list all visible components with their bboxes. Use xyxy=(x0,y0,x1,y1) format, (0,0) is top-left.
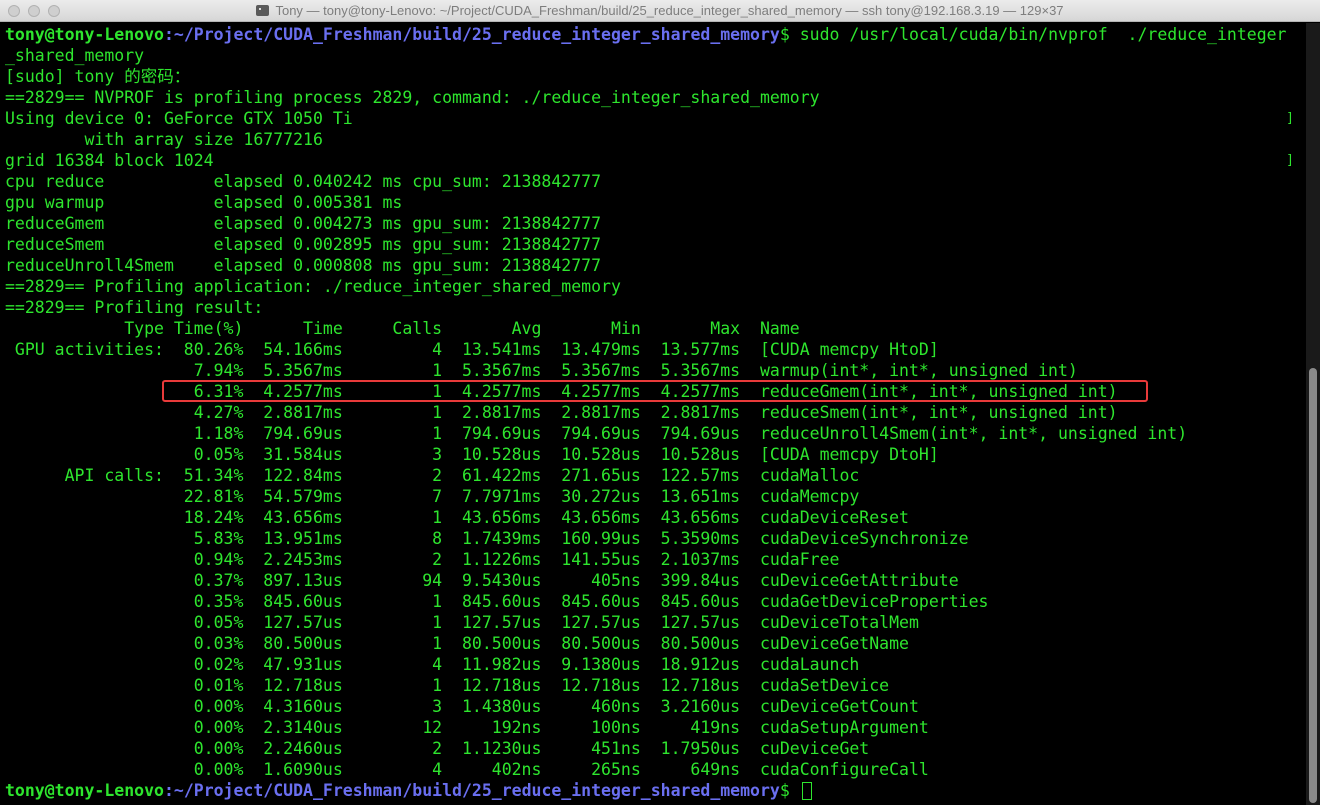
terminal-output[interactable]: tony@tony-Lenovo:~/Project/CUDA_Freshman… xyxy=(0,23,1306,805)
table-row: 1.18% 794.69us 1 794.69us 794.69us 794.6… xyxy=(5,424,1188,443)
table-row: 4.27% 2.8817ms 1 2.8817ms 2.8817ms 2.881… xyxy=(5,403,1118,422)
prompt-symbol: $ xyxy=(779,25,800,44)
table-row: GPU activities: 80.26% 54.166ms 4 13.541… xyxy=(5,340,939,359)
command-wrap-line: _shared_memory xyxy=(5,45,1306,66)
table-row: 0.00% 2.3140us 12 192ns 100ns 419ns cuda… xyxy=(5,718,929,737)
title-bar[interactable]: Tony — tony@tony-Lenovo: ~/Project/CUDA_… xyxy=(0,0,1320,22)
output-line: Using device 0: GeForce GTX 1050 Ti] xyxy=(5,109,1294,128)
output-line: gpu warmup elapsed 0.005381 ms xyxy=(5,193,403,212)
table-row: 0.00% 1.6090us 4 402ns 265ns 649ns cudaC… xyxy=(5,760,929,779)
output-line: ==2829== Profiling result: xyxy=(5,298,264,317)
table-row: 0.00% 2.2460us 2 1.1230us 451ns 1.7950us… xyxy=(5,739,870,758)
line-bracket-marker: ] xyxy=(1286,153,1294,168)
scrollbar-thumb[interactable] xyxy=(1309,368,1317,803)
text-cursor[interactable] xyxy=(801,782,812,800)
table-row: 18.24% 43.656ms 1 43.656ms 43.656ms 43.6… xyxy=(5,508,909,527)
table-row: 7.94% 5.3567ms 1 5.3567ms 5.3567ms 5.356… xyxy=(5,361,1078,380)
output-line: [sudo] tony 的密码： xyxy=(5,67,191,86)
prompt-user: tony@tony-Lenovo xyxy=(5,25,164,44)
table-row: 22.81% 54.579ms 7 7.7971ms 30.272us 13.6… xyxy=(5,487,860,506)
terminal-window: Tony — tony@tony-Lenovo: ~/Project/CUDA_… xyxy=(0,0,1320,805)
final-prompt-path: :~/Project/CUDA_Freshman/build/25_reduce… xyxy=(163,781,780,800)
reduceGmem-highlight-box xyxy=(162,380,1148,402)
output-line: with array size 16777216 xyxy=(5,130,323,149)
output-line: reduceSmem elapsed 0.002895 ms gpu_sum: … xyxy=(5,235,602,254)
table-row: 0.35% 845.60us 1 845.60us 845.60us 845.6… xyxy=(5,592,989,611)
output-line: reduceGmem elapsed 0.004273 ms gpu_sum: … xyxy=(5,214,602,233)
output-line: ==2829== NVPROF is profiling process 282… xyxy=(5,88,820,107)
final-prompt-user: tony@tony-Lenovo xyxy=(5,781,164,800)
vertical-scrollbar[interactable] xyxy=(1306,23,1320,805)
command-text: sudo /usr/local/cuda/bin/nvprof ./reduce… xyxy=(799,25,1287,44)
command-line: tony@tony-Lenovo:~/Project/CUDA_Freshman… xyxy=(5,24,1306,45)
final-prompt-line: tony@tony-Lenovo:~/Project/CUDA_Freshman… xyxy=(5,780,1306,801)
output-line: cpu reduce elapsed 0.040242 ms cpu_sum: … xyxy=(5,172,602,191)
table-row: API calls: 51.34% 122.84ms 2 61.422ms 27… xyxy=(5,466,860,485)
window-title-text: Tony — tony@tony-Lenovo: ~/Project/CUDA_… xyxy=(275,3,1064,18)
window-title: Tony — tony@tony-Lenovo: ~/Project/CUDA_… xyxy=(0,0,1320,22)
table-row: 0.02% 47.931us 4 11.982us 9.1380us 18.91… xyxy=(5,655,860,674)
table-header-row: Type Time(%) Time Calls Avg Min Max Name xyxy=(5,319,800,338)
prompt-path: :~/Project/CUDA_Freshman/build/25_reduce… xyxy=(163,25,780,44)
final-prompt-symbol: $ xyxy=(779,781,800,800)
command-wrap-text: _shared_memory xyxy=(5,46,145,65)
line-bracket-marker: ] xyxy=(1286,111,1294,126)
table-row: 5.83% 13.951ms 8 1.7439ms 160.99us 5.359… xyxy=(5,529,969,548)
terminal-app-icon xyxy=(256,5,270,16)
table-row: 0.00% 4.3160us 3 1.4380us 460ns 3.2160us… xyxy=(5,697,919,716)
table-row: 0.03% 80.500us 1 80.500us 80.500us 80.50… xyxy=(5,634,909,653)
table-row: 0.05% 31.584us 3 10.528us 10.528us 10.52… xyxy=(5,445,939,464)
table-row: 0.37% 897.13us 94 9.5430us 405ns 399.84u… xyxy=(5,571,959,590)
output-line: ==2829== Profiling application: ./reduce… xyxy=(5,277,621,296)
output-line: grid 16384 block 1024] xyxy=(5,151,1294,170)
output-block: [sudo] tony 的密码： ==2829== NVPROF is profi… xyxy=(5,66,1306,318)
table-row: 0.05% 127.57us 1 127.57us 127.57us 127.5… xyxy=(5,613,919,632)
table-row: 0.94% 2.2453ms 2 1.1226ms 141.55us 2.103… xyxy=(5,550,840,569)
table-row: 0.01% 12.718us 1 12.718us 12.718us 12.71… xyxy=(5,676,890,695)
output-line: reduceUnroll4Smem elapsed 0.000808 ms gp… xyxy=(5,256,602,275)
